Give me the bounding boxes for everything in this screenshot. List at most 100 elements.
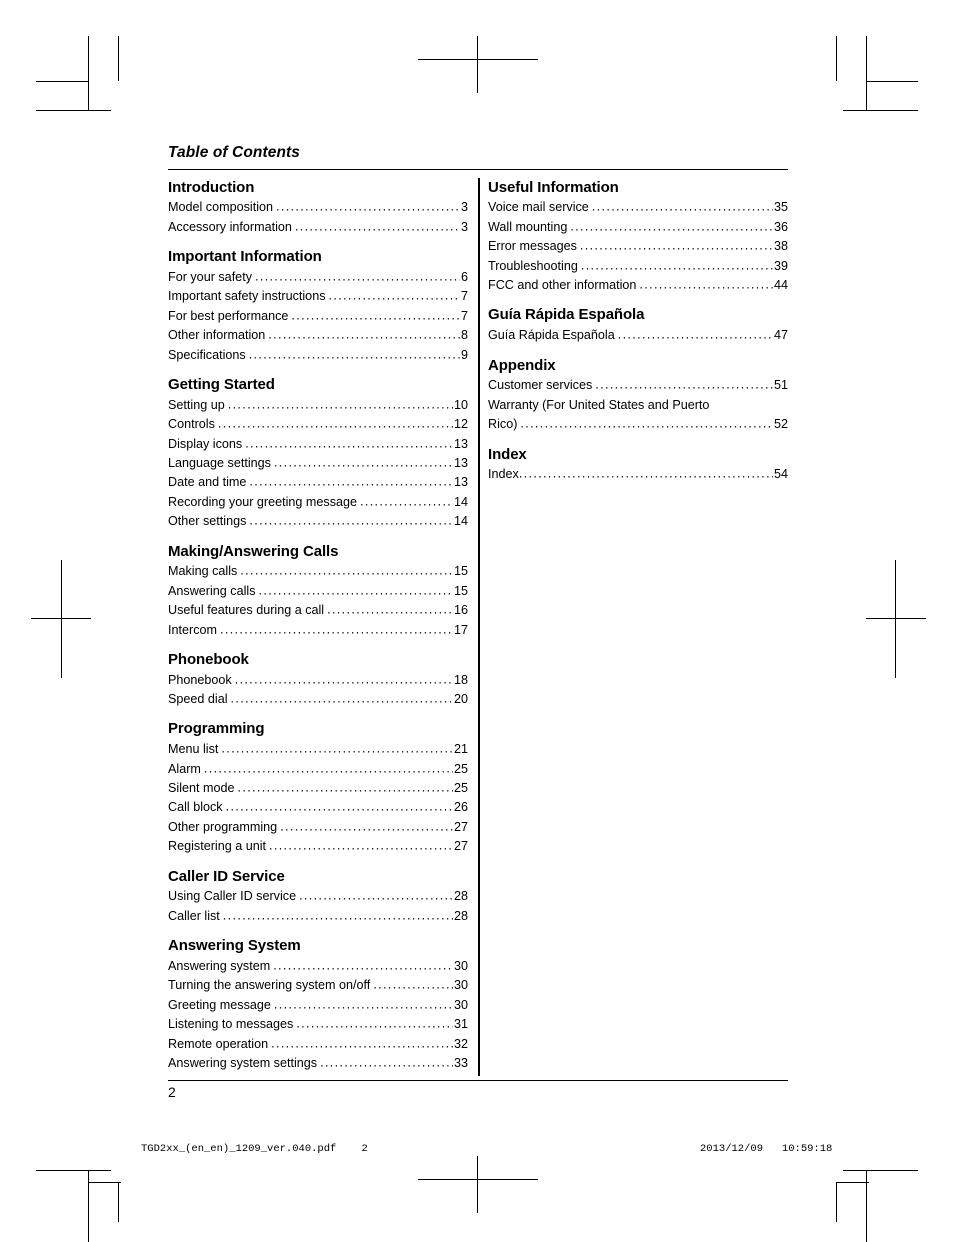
toc-entry[interactable]: Turning the answering system on/off.....… [168, 976, 468, 995]
toc-entry-page: 36 [773, 219, 788, 234]
toc-entry[interactable]: Recording your greeting message.........… [168, 493, 468, 512]
toc-entry-page: 14 [453, 494, 468, 509]
toc-entry-title: Other information [168, 328, 266, 343]
toc-entry-page: 13 [453, 475, 468, 490]
leader-dots: ........................................… [373, 977, 453, 992]
leader-dots: ........................................… [360, 494, 453, 509]
leader-dots: ........................................… [245, 436, 453, 450]
toc-entry[interactable]: Registering a unit......................… [168, 837, 468, 856]
toc-entry[interactable]: Silent mode.............................… [168, 779, 468, 798]
toc-entry[interactable]: Warranty (For United States and Puerto Ri… [488, 396, 788, 435]
toc-section-heading: Useful Information [488, 178, 619, 196]
leader-dots: ........................................… [225, 799, 453, 814]
leader-dots: ........................................… [299, 888, 453, 903]
toc-entry[interactable]: Call block..............................… [168, 798, 468, 817]
toc-entry-page: 15 [453, 564, 468, 579]
toc-entry-page: 8 [460, 328, 468, 343]
toc-entry-page: 52 [773, 417, 788, 432]
leader-dots: ........................................… [580, 258, 773, 273]
toc-entry-page: 27 [453, 819, 468, 834]
toc-entry[interactable]: Caller list.............................… [168, 907, 468, 926]
toc-entry[interactable]: Guía Rápida Española....................… [488, 326, 788, 345]
toc-left-column: Introduction Model composition...........… [168, 179, 468, 1074]
toc-entry[interactable]: Wall mounting...........................… [488, 218, 788, 237]
toc-entry-page: 15 [453, 583, 468, 598]
toc-entry-page: 12 [453, 417, 468, 432]
leader-dots: ........................................… [271, 1036, 453, 1051]
toc-entry-title: Error messages [488, 239, 577, 254]
toc-entry[interactable]: Greeting message........................… [168, 996, 468, 1015]
leader-dots: ........................................… [217, 416, 453, 431]
leader-dots: ........................................… [222, 908, 453, 923]
toc-entry[interactable]: For best performance....................… [168, 307, 468, 326]
toc-entry[interactable]: For your safety.........................… [168, 268, 468, 287]
toc-entry-page: 27 [453, 839, 468, 854]
leader-dots: ........................................… [276, 199, 460, 214]
toc-entry[interactable]: Model composition.......................… [168, 198, 468, 217]
toc-entry[interactable]: Index...................................… [488, 465, 788, 484]
toc-section-heading: Answering System [168, 937, 301, 955]
toc-entry[interactable]: Listening to messages...................… [168, 1015, 468, 1034]
toc-entry[interactable]: Other settings..........................… [168, 512, 468, 531]
toc-entry-title: Index [488, 467, 519, 482]
toc-entry[interactable]: Other programming.......................… [168, 818, 468, 837]
toc-entry[interactable]: Customer services.......................… [488, 376, 788, 395]
toc-entry[interactable]: Display icons...........................… [168, 435, 468, 454]
toc-entry[interactable]: Alarm...................................… [168, 760, 468, 779]
toc-entry[interactable]: Making calls............................… [168, 562, 468, 581]
imprint-filename: TGD2xx_(en_en)_1209_ver.040.pdf 2 [141, 1143, 368, 1155]
leader-dots: ........................................… [291, 308, 460, 323]
toc-entry-page: 10 [453, 397, 468, 412]
toc-entry[interactable]: Menu list...............................… [168, 740, 468, 759]
toc-entry[interactable]: Specifications..........................… [168, 346, 468, 365]
toc-entry-page: 13 [453, 455, 468, 470]
toc-entry[interactable]: Answering system........................… [168, 957, 468, 976]
toc-entry[interactable]: Phonebook...............................… [168, 671, 468, 690]
leader-dots: ........................................… [203, 761, 453, 776]
toc-page: Table of Contents Introduction Model comp… [168, 144, 788, 1102]
toc-entry-title: Speed dial [168, 692, 228, 707]
toc-entry-page: 13 [453, 436, 468, 451]
toc-entry[interactable]: Speed dial..............................… [168, 690, 468, 709]
toc-entry-page: 18 [453, 672, 468, 687]
toc-entry[interactable]: Accessory information...................… [168, 218, 468, 237]
leader-dots: ........................................… [280, 819, 453, 834]
toc-entry[interactable]: Useful features during a call...........… [168, 601, 468, 620]
toc-entry[interactable]: Answering system settings...............… [168, 1054, 468, 1073]
toc-entry-page: 3 [460, 200, 468, 215]
leader-dots: ........................................… [234, 672, 453, 687]
page-title: Table of Contents [168, 144, 301, 161]
toc-entry[interactable]: Error messages..........................… [488, 237, 788, 256]
toc-entry-title: Wall mounting [488, 219, 568, 234]
toc-entry[interactable]: Voice mail service......................… [488, 198, 788, 217]
toc-entry-page: 25 [453, 781, 468, 796]
toc-section-heading: Index [488, 445, 527, 463]
toc-entry-title: Customer services [488, 378, 593, 393]
toc-entry-page: 30 [453, 978, 468, 993]
toc-entry[interactable]: Language settings.......................… [168, 454, 468, 473]
toc-entry-page: 25 [453, 761, 468, 776]
toc-entry-title: Date and time [168, 475, 247, 490]
toc-entry[interactable]: Date and time...........................… [168, 473, 468, 492]
leader-dots: ........................................… [591, 199, 773, 214]
leader-dots: ........................................… [268, 327, 460, 342]
toc-entry-page: 20 [453, 692, 468, 707]
leader-dots: ........................................… [273, 958, 453, 973]
toc-entry[interactable]: Controls................................… [168, 415, 468, 434]
toc-entry-title: Listening to messages [168, 1017, 294, 1032]
toc-section-heading: Phonebook [168, 650, 249, 668]
toc-entry[interactable]: Other information.......................… [168, 326, 468, 345]
toc-entry[interactable]: Setting up..............................… [168, 396, 468, 415]
toc-entry[interactable]: Important safety instructions...........… [168, 287, 468, 306]
leader-dots: ........................................… [255, 269, 460, 284]
toc-entry[interactable]: Troubleshooting.........................… [488, 257, 788, 276]
toc-entry[interactable]: Intercom................................… [168, 621, 468, 640]
toc-entry-title: Specifications [168, 347, 246, 362]
toc-entry[interactable]: Answering calls.........................… [168, 582, 468, 601]
toc-entry[interactable]: FCC and other information...............… [488, 276, 788, 295]
leader-dots: ........................................… [240, 563, 453, 578]
toc-entry[interactable]: Using Caller ID service.................… [168, 887, 468, 906]
leader-dots: ........................................… [639, 277, 773, 292]
toc-entry-page: 51 [773, 378, 788, 393]
toc-entry[interactable]: Remote operation........................… [168, 1035, 468, 1054]
